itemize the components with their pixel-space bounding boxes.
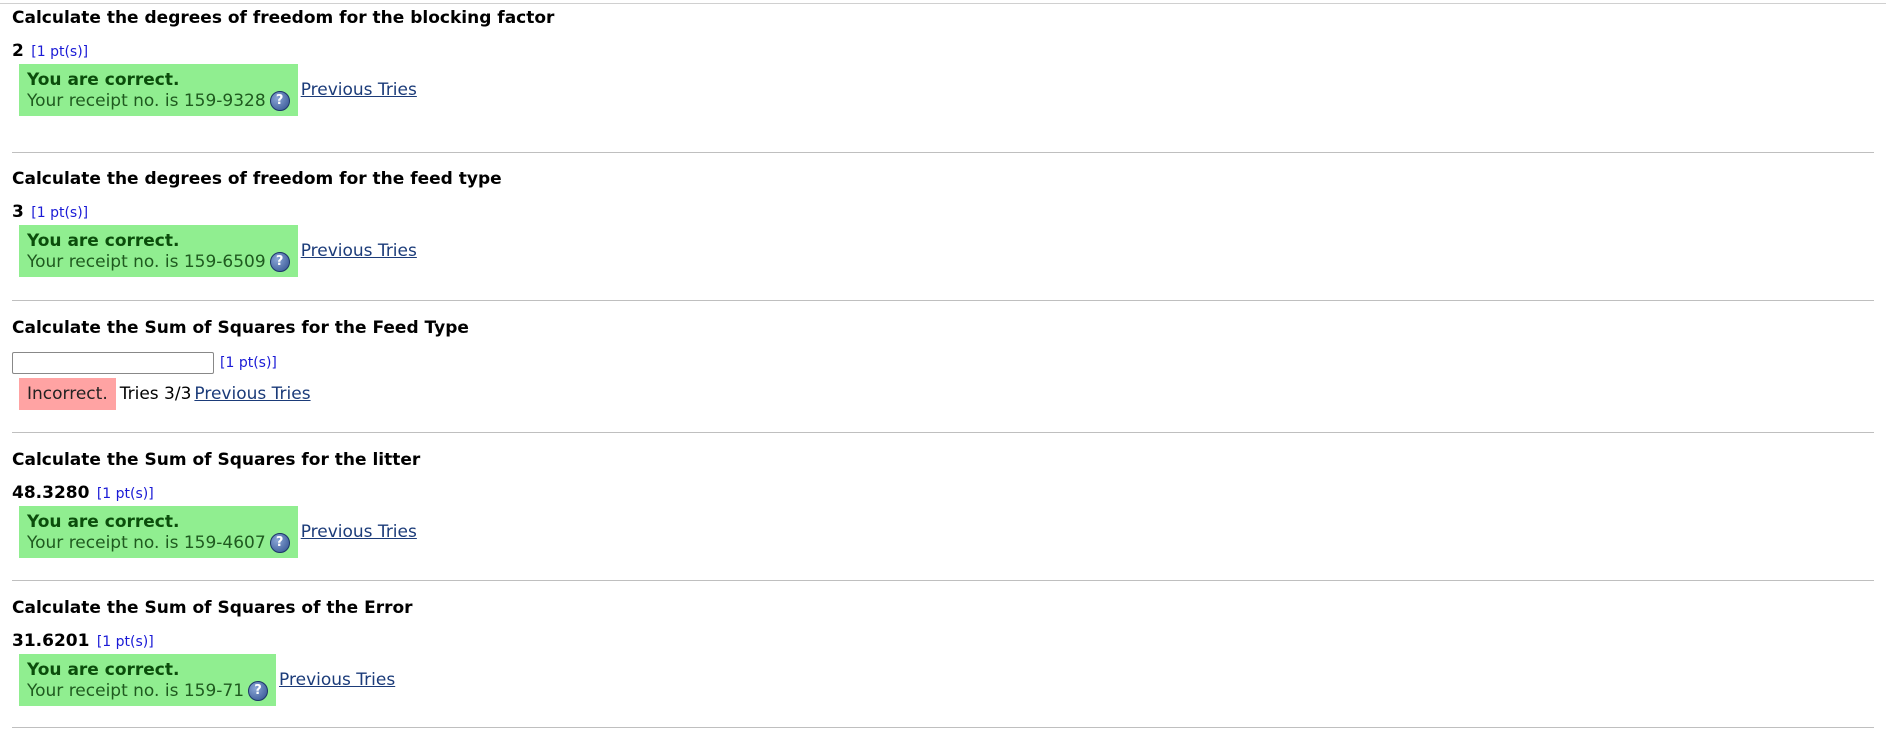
status-title: You are correct.	[27, 512, 180, 532]
previous-tries-link[interactable]: Previous Tries	[301, 241, 417, 261]
answer-value: 48.3280	[12, 483, 90, 503]
previous-tries-link[interactable]: Previous Tries	[279, 670, 395, 690]
answer-value: 2	[12, 41, 24, 61]
problem-4: Calculate the Sum of Squares for the lit…	[12, 432, 1874, 580]
correct-feedback: You are correct. Your receipt no. is 159…	[19, 654, 277, 706]
answer-value: 31.6201	[12, 631, 90, 651]
receipt-text: Your receipt no. is 159-6509	[27, 252, 266, 272]
previous-tries-link[interactable]: Previous Tries	[301, 522, 417, 542]
help-icon[interactable]: ?	[248, 681, 269, 701]
question-title: Calculate the Sum of Squares for the lit…	[12, 450, 421, 470]
status-title: You are correct.	[27, 231, 180, 251]
problem-2: Calculate the degrees of freedom for the…	[12, 152, 1874, 300]
question-title: Calculate the Sum of Squares for the Fee…	[12, 318, 469, 338]
points-label: [1 pt(s)]	[96, 634, 154, 650]
help-icon[interactable]: ?	[269, 252, 290, 272]
status-title: You are correct.	[27, 660, 180, 680]
previous-tries-link[interactable]: Previous Tries	[194, 384, 310, 404]
receipt-text: Your receipt no. is 159-71	[27, 681, 245, 701]
problem-1: Calculate the degrees of freedom for the…	[12, 4, 1874, 152]
receipt-text: Your receipt no. is 159-9328	[27, 91, 266, 111]
points-label: [1 pt(s)]	[31, 44, 89, 60]
question-title: Calculate the degrees of freedom for the…	[12, 8, 555, 28]
correct-feedback: You are correct. Your receipt no. is 159…	[19, 225, 298, 277]
help-icon[interactable]: ?	[269, 91, 290, 111]
status-title: You are correct.	[27, 70, 180, 90]
answer-input[interactable]	[12, 352, 214, 374]
correct-feedback: You are correct. Your receipt no. is 159…	[19, 64, 298, 116]
incorrect-feedback: Incorrect.	[19, 378, 116, 410]
receipt-text: Your receipt no. is 159-4607	[27, 533, 266, 553]
correct-feedback: You are correct. Your receipt no. is 159…	[19, 506, 298, 558]
points-label: [1 pt(s)]	[96, 486, 154, 502]
points-label: [1 pt(s)]	[220, 355, 277, 371]
question-title: Calculate the Sum of Squares of the Erro…	[12, 598, 413, 618]
question-title: Calculate the degrees of freedom for the…	[12, 169, 502, 189]
problem-5: Calculate the Sum of Squares of the Erro…	[12, 580, 1874, 728]
tries-counter: Tries 3/3	[119, 384, 192, 404]
help-icon[interactable]: ?	[269, 533, 290, 553]
problem-3: Calculate the Sum of Squares for the Fee…	[12, 300, 1874, 432]
answer-value: 3	[12, 202, 24, 222]
previous-tries-link[interactable]: Previous Tries	[301, 80, 417, 100]
points-label: [1 pt(s)]	[31, 205, 89, 221]
